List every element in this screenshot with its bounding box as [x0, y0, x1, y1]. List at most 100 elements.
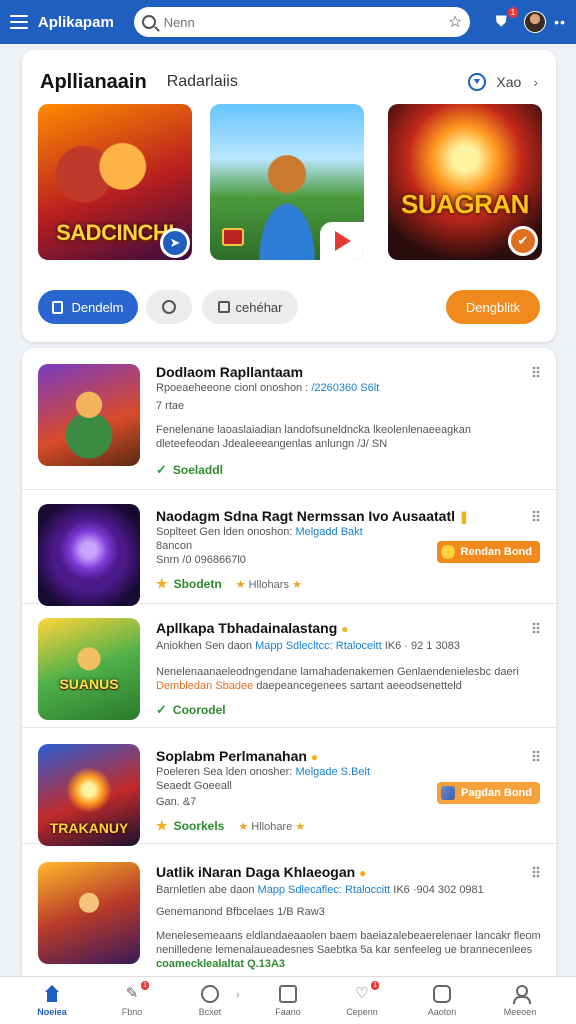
nav-profile[interactable]: Meeoen [484, 977, 556, 1024]
document-icon [52, 300, 64, 314]
accent-chip-label: Dengblitk [465, 299, 521, 315]
avatar[interactable] [524, 11, 547, 33]
item-meta: Aniokhen Sen daon Mapp Sdlecltcc: Rtaloc… [156, 640, 460, 652]
see-all-link[interactable]: Xao [496, 74, 521, 90]
checkmark-icon: ✓ [156, 462, 167, 477]
item-title: Uatlik iNaran Daga Khlaeogan ● [156, 864, 367, 880]
nav-pen[interactable]: ✎ 1 Fbno [96, 977, 168, 1024]
rating: ★ Hllohars ★ [235, 578, 302, 591]
star-icon: ★ [156, 818, 168, 833]
list-item[interactable]: SUANUS Apllkapa Tbhadainalastang ● Aniok… [22, 604, 556, 728]
ghost-chip-label: cehéhar [235, 299, 283, 315]
nav-heart[interactable]: ♡ 1 Cepenn [326, 977, 398, 1024]
item-link[interactable]: /2260360 S6lt [311, 382, 379, 394]
edit-icon [279, 985, 297, 1003]
item-subline: Genemanond Bfbcelaes 1/B Raw3 [156, 906, 325, 918]
accent-chip[interactable]: Dengblitk [446, 290, 540, 324]
item-description: Nenelenaanaeleodngendane lamahadenakemen… [156, 666, 519, 678]
pagdan-bond-button[interactable]: Pagdan Bond [437, 782, 540, 804]
drag-handle-icon[interactable] [532, 866, 540, 878]
item-description-2: nenilledene lemenalaueadesnes Saebtka 5a… [156, 944, 533, 956]
item-link[interactable]: Mapp Sdlecltcc: Rtaloceitt [255, 640, 382, 652]
star-icon: ★ [156, 576, 168, 591]
tile-label: SUAGRAN [401, 189, 529, 219]
arrow-badge-icon: ➤ [160, 228, 190, 258]
rating: ★ Hllohare ★ [238, 820, 306, 833]
notification-badge: 1 [507, 7, 519, 18]
bottom-navigation: Noeiea ✎ 1 Fbno Bcxet › Faano ♡ 1 Cepenn A… [0, 976, 576, 1024]
item-title: Naodagm Sdna Ragt Nermssan Ivo Ausaatatl… [156, 508, 469, 524]
home-icon [43, 985, 61, 1003]
item-link[interactable]: Mapp Sdlecaflec: Rtaloccitt [258, 884, 391, 896]
clock-icon [162, 300, 176, 314]
heart-icon: ♡ 1 [355, 981, 379, 1002]
checkmark-icon: ✓ [156, 702, 167, 717]
nav-image[interactable]: Aaoton [406, 977, 478, 1024]
list-item[interactable]: Uatlik iNaran Daga Khlaeogan ● Barnletle… [22, 844, 556, 976]
app-thumbnail: SUANUS [38, 618, 140, 720]
list-item[interactable]: Naodagm Sdna Ragt Nermssan Ivo Ausaatatl… [22, 490, 556, 606]
featured-tile-2[interactable] [210, 104, 364, 260]
drag-handle-icon[interactable] [532, 366, 540, 378]
app-title: Aplikapam [37, 13, 114, 31]
featured-card: Apllianaain Radarlaiis Xao › SADCINCHI ➤… [22, 50, 556, 342]
hamburger-icon[interactable] [10, 15, 28, 29]
user-icon [511, 985, 531, 1004]
item-title: Soplabm Perlmanahan ● [156, 748, 319, 764]
mini-logo [222, 228, 244, 246]
item-description-2: Dembledan Sbadee daepeancegenees sartant… [156, 680, 462, 692]
app-thumbnail: TRAKANUY [38, 744, 140, 846]
drag-handle-icon[interactable] [532, 510, 540, 522]
featured-tile-1[interactable]: SADCINCHI ➤ [38, 104, 192, 260]
item-size: 7 rtae [156, 400, 185, 412]
item-meta: Poeleren Sea lden onosher: Melgade S.Bel… [156, 766, 371, 778]
list-item[interactable]: TRAKANUY Soplabm Perlmanahan ● Poeleren … [22, 728, 556, 846]
more-dots-icon[interactable]: •• [554, 14, 566, 30]
item-status: ✓ Soeladdl [156, 462, 223, 477]
chip-row: Dendelm cehéhar Dengblitk [38, 290, 540, 326]
image-icon [433, 985, 451, 1003]
nav-home[interactable]: Noeiea [16, 977, 88, 1024]
rendan-bond-button[interactable]: Rendan Bond [436, 541, 540, 563]
star-outline-icon[interactable]: ☆ [448, 12, 462, 32]
filter-icon[interactable] [468, 73, 487, 91]
primary-chip-label: Dendelm [71, 299, 124, 315]
play-icon[interactable] [320, 222, 364, 260]
search-icon [141, 15, 156, 29]
shield-badge-icon: ✔ [508, 226, 538, 256]
drag-handle-icon[interactable] [532, 622, 540, 634]
pen-icon: ✎ 1 [125, 981, 149, 1002]
item-subline: 8ancon [156, 540, 193, 552]
featured-tile-3[interactable]: SUAGRAN ✔ [388, 104, 542, 260]
featured-subtitle: Radarlaiis [166, 73, 238, 90]
ghost-chip[interactable]: cehéhar [202, 290, 298, 324]
primary-chip[interactable]: Dendelm [38, 290, 138, 324]
shield-bell-icon: ⛊ [495, 13, 507, 30]
search-bar[interactable]: ☆ [133, 7, 471, 37]
item-meta: Barnletlen abe daon Mapp Sdlecaflec: Rta… [156, 884, 484, 896]
item-meta: Rpoeaeheeone cionl onoshon : /2260360 S6… [156, 382, 380, 394]
item-title: Dodlaom Rapllantaam [156, 364, 304, 380]
item-title: Apllkapa Tbhadainalastang ● [156, 620, 349, 636]
list-item[interactable]: Dodlaom Rapllantaam Rpoeaeheeone cionl o… [22, 348, 556, 490]
item-serial: Snrn /0 0968667l0 [156, 554, 246, 566]
chevron-right-icon: › [236, 989, 240, 1001]
notifications-button[interactable]: ⛊ 1 [492, 7, 519, 31]
drag-handle-icon[interactable] [532, 750, 540, 762]
top-app-bar: Aplikapam ☆ ⛊ 1 •• [0, 0, 576, 44]
item-description-2: dleteefeodan Jdealeeeangenlas anlungn /J… [156, 438, 388, 450]
emoji-icon [440, 545, 455, 559]
item-link[interactable]: Melgadd Bakt [295, 526, 362, 538]
app-thumbnail [38, 504, 140, 606]
nav-edit[interactable]: Faano [252, 977, 324, 1024]
featured-header: Apllianaain Radarlaiis Xao › [40, 68, 538, 96]
clock-chip[interactable] [146, 290, 192, 324]
item-serial: Gan. &7 [156, 796, 197, 808]
search-input[interactable] [163, 14, 444, 30]
item-status: coamecklealaltat Q.13A3 [156, 958, 286, 970]
chevron-right-icon[interactable]: › [533, 74, 538, 90]
app-thumbnail [38, 364, 140, 466]
avatar-icon [441, 786, 456, 800]
item-link[interactable]: Melgade S.Belt [295, 766, 370, 778]
item-status: ✓ Coorodel [156, 702, 226, 717]
